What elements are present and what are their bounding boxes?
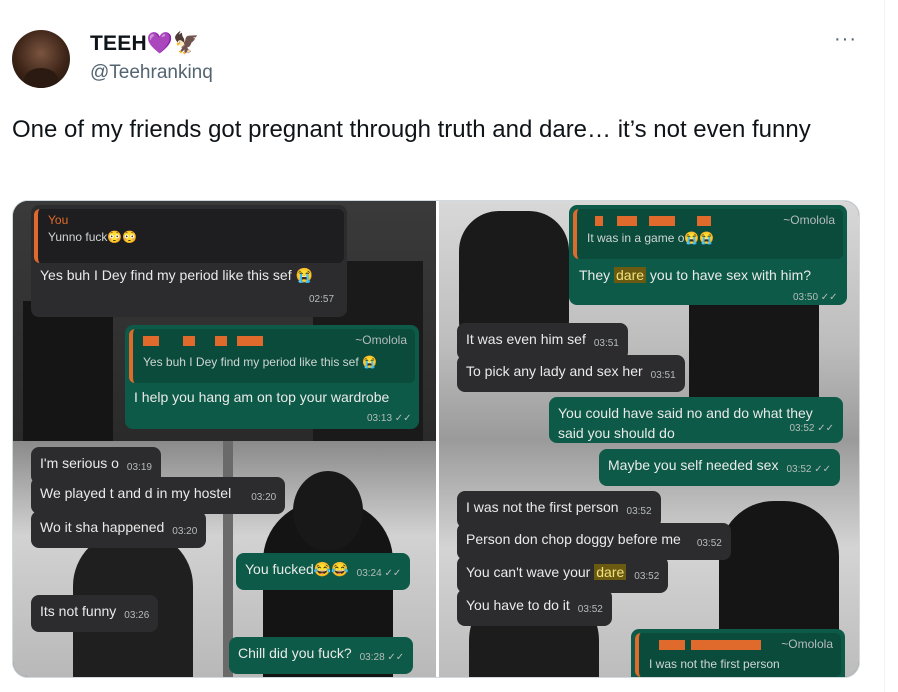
highlighted-word: dare <box>614 267 647 283</box>
redacted-mark <box>649 216 675 226</box>
message-time: 03:28 ✓✓ <box>359 652 405 663</box>
message-bubble[interactable]: You have to do it 03:52 <box>457 589 612 626</box>
author-handle[interactable]: @Teehrankinq <box>90 62 213 84</box>
quoted-sender: ~Omolola <box>783 213 835 227</box>
message-text: I'm serious o <box>40 455 119 471</box>
message-text: You could have said no and do what they … <box>558 405 813 441</box>
message-text: Chill did you fuck? <box>238 645 352 661</box>
redacted-mark <box>659 640 685 650</box>
quoted-text: Yunno fuck😳😳 <box>48 230 138 244</box>
message-text: Person don chop doggy before me <box>466 531 681 547</box>
message-time: 03:52 ✓✓ <box>786 464 832 475</box>
message-text: I was not the first person <box>466 499 619 515</box>
redacted-mark <box>617 216 637 226</box>
message-text: Maybe you self needed sex <box>608 457 779 473</box>
message-time: 03:24 ✓✓ <box>356 568 402 579</box>
redacted-mark <box>183 336 195 346</box>
message-time: 03:52 <box>634 571 660 582</box>
message-bubble[interactable]: You fucked😂😂 03:24 ✓✓ <box>236 553 411 590</box>
message-time: 03:50 ✓✓ <box>793 292 838 303</box>
avatar[interactable] <box>12 30 70 88</box>
tweet-text: One of my friends got pregnant through t… <box>12 116 811 143</box>
message-text: You fucked😂😂 <box>245 561 349 577</box>
redacted-mark <box>143 336 159 346</box>
quoted-message[interactable]: ~Omolola I was not the first person <box>635 633 841 677</box>
message-text: To pick any lady and sex her <box>466 363 643 379</box>
quoted-text: Yes buh I Dey find my period like this s… <box>143 355 377 369</box>
message-bubble[interactable]: You could have said no and do what they … <box>549 397 843 443</box>
author-name-text: TEEH <box>90 32 147 55</box>
media-gap <box>436 201 439 677</box>
redacted-mark <box>237 336 263 346</box>
timeline-divider <box>884 0 885 692</box>
message-text: Wo it sha happened <box>40 519 165 535</box>
message-time: 03:52 <box>696 538 722 549</box>
message-time: 03:13 ✓✓ <box>367 413 412 424</box>
message-bubble[interactable]: To pick any lady and sex her 03:51 <box>457 355 685 392</box>
message-bubble[interactable]: You can't wave your dare 03:52 <box>457 556 669 593</box>
author-name[interactable]: TEEH💜🦅 <box>90 32 200 56</box>
message-text: They dare you to have sex with him? <box>579 267 812 283</box>
quoted-sender: ~Omolola <box>781 637 833 651</box>
quoted-sender: ~Omolola <box>355 333 407 347</box>
message-text: You can't wave your <box>466 564 595 580</box>
message-text: Its not funny <box>40 603 117 619</box>
quoted-text: It was in a game o😭😭 <box>587 231 715 245</box>
message-time: 03:52 <box>626 506 652 517</box>
redacted-mark <box>215 336 227 346</box>
message-time: 03:19 <box>126 462 152 473</box>
chat-screenshot-left[interactable]: You Yunno fuck😳😳 Yes buh I Dey find my p… <box>13 201 436 677</box>
message-time: 03:52 <box>577 604 603 615</box>
message-bubble[interactable]: Person don chop doggy before me 03:52 <box>457 523 731 560</box>
message-bubble[interactable]: Wo it sha happened 03:20 <box>31 511 207 548</box>
message-bubble[interactable]: Its not funny 03:26 <box>31 595 159 632</box>
quoted-message[interactable]: You Yunno fuck😳😳 <box>34 209 344 263</box>
message-text: It was even him sef <box>466 331 586 347</box>
quoted-sender: You <box>48 213 69 227</box>
message-text: You have to do it <box>466 597 570 613</box>
tweet-media[interactable]: You Yunno fuck😳😳 Yes buh I Dey find my p… <box>12 200 860 678</box>
message-text: I help you hang am on top your wardrobe <box>134 389 390 405</box>
more-options-icon[interactable]: ··· <box>834 28 857 51</box>
redacted-mark <box>691 640 761 650</box>
quoted-message[interactable]: ~Omolola Yes buh I Dey find my period li… <box>129 329 415 383</box>
message-bubble[interactable]: Maybe you self needed sex 03:52 ✓✓ <box>599 449 841 486</box>
chat-screenshot-right[interactable]: ~Omolola It was in a game o😭😭 They dare … <box>439 201 859 677</box>
redacted-mark <box>595 216 603 226</box>
message-time: 03:51 <box>650 370 676 381</box>
message-time: 03:20 <box>172 526 198 537</box>
message-bubble[interactable]: We played t and d in my hostel 03:20 <box>31 477 286 514</box>
quoted-message[interactable]: ~Omolola It was in a game o😭😭 <box>573 209 843 259</box>
message-time: 03:26 <box>124 610 150 621</box>
message-text: We played t and d in my hostel <box>40 485 232 501</box>
message-bubble[interactable]: Chill did you fuck? 03:28 ✓✓ <box>229 637 414 674</box>
highlighted-word: dare <box>594 564 627 580</box>
message-time: 03:20 <box>251 492 277 503</box>
message-text: Yes buh I Dey find my period like this s… <box>40 267 313 283</box>
redacted-mark <box>697 216 711 226</box>
author-emoji: 💜🦅 <box>146 32 200 55</box>
message-time: 03:52 ✓✓ <box>789 423 834 434</box>
message-time: 02:57 <box>309 294 335 305</box>
message-time: 03:51 <box>593 338 619 349</box>
quoted-text: I was not the first person <box>649 657 780 671</box>
